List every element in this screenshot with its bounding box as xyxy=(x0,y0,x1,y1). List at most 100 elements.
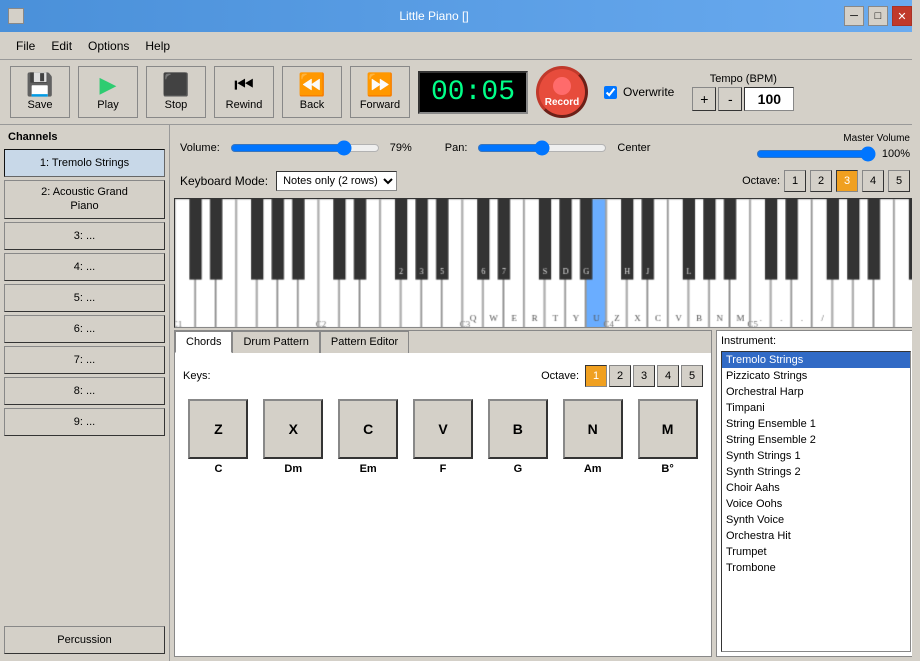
octave-label: Octave: xyxy=(742,175,780,187)
channel-7[interactable]: 7: ... xyxy=(4,346,165,374)
instrument-string-ensemble-2[interactable]: String Ensemble 2 xyxy=(722,432,910,448)
chord-keys-grid: Z C X Dm C Em V F xyxy=(183,391,703,483)
scrollbar[interactable] xyxy=(912,0,920,660)
record-button[interactable]: Record xyxy=(536,66,588,118)
channel-5[interactable]: 5: ... xyxy=(4,284,165,312)
octave-btn-3[interactable]: 3 xyxy=(836,170,858,192)
instrument-tremolo-strings[interactable]: Tremolo Strings xyxy=(722,352,910,368)
chord-v-button[interactable]: V xyxy=(413,399,473,459)
chord-x-button[interactable]: X xyxy=(263,399,323,459)
instrument-orchestra-hit[interactable]: Orchestra Hit xyxy=(722,528,910,544)
instrument-synth-strings-2[interactable]: Synth Strings 2 xyxy=(722,464,910,480)
stop-icon: ⬛ xyxy=(162,74,189,96)
forward-button[interactable]: ⏩ Forward xyxy=(350,66,410,118)
chord-key-n: N Am xyxy=(557,399,628,475)
save-button[interactable]: 💾 Save xyxy=(10,66,70,118)
window-icon xyxy=(8,8,24,24)
menu-edit[interactable]: Edit xyxy=(43,35,80,57)
stop-button[interactable]: ⬛ Stop xyxy=(146,66,206,118)
chords-keys-label: Keys: xyxy=(183,370,211,382)
octave-btn-2[interactable]: 2 xyxy=(810,170,832,192)
time-display: 00:05 xyxy=(418,71,528,114)
chords-octave-section: Octave: 1 2 3 4 5 xyxy=(541,365,703,387)
instrument-synth-voice[interactable]: Synth Voice xyxy=(722,512,910,528)
chord-key-c: C Em xyxy=(333,399,404,475)
overwrite-checkbox[interactable] xyxy=(604,86,617,99)
back-button[interactable]: ⏪ Back xyxy=(282,66,342,118)
chord-key-x: X Dm xyxy=(258,399,329,475)
octave-btn-1[interactable]: 1 xyxy=(784,170,806,192)
chord-c-button[interactable]: C xyxy=(338,399,398,459)
keyboard-mode-label: Keyboard Mode: xyxy=(180,174,268,188)
channel-4[interactable]: 4: ... xyxy=(4,253,165,281)
menu-bar: File Edit Options Help xyxy=(0,32,920,60)
menu-options[interactable]: Options xyxy=(80,35,137,57)
instrument-orchestral-harp[interactable]: Orchestral Harp xyxy=(722,384,910,400)
volume-value: 79% xyxy=(390,142,425,154)
chord-key-v: V F xyxy=(408,399,479,475)
minimize-button[interactable]: ─ xyxy=(844,6,864,26)
window-title: Little Piano [] xyxy=(24,9,844,23)
tempo-controls: + - 100 xyxy=(692,87,794,111)
channel-3[interactable]: 3: ... xyxy=(4,222,165,250)
chord-c-name: Em xyxy=(360,463,377,475)
chords-oct-btn-4[interactable]: 4 xyxy=(657,365,679,387)
pan-label: Pan: xyxy=(445,142,468,154)
chord-key-b: B G xyxy=(482,399,553,475)
instrument-synth-strings-1[interactable]: Synth Strings 1 xyxy=(722,448,910,464)
chords-oct-btn-3[interactable]: 3 xyxy=(633,365,655,387)
menu-file[interactable]: File xyxy=(8,35,43,57)
channel-1[interactable]: 1: Tremolo Strings xyxy=(4,149,165,177)
master-volume-value: 100% xyxy=(882,148,910,160)
instrument-trombone[interactable]: Trombone xyxy=(722,560,910,576)
octave-btn-4[interactable]: 4 xyxy=(862,170,884,192)
forward-icon: ⏩ xyxy=(366,74,393,96)
instrument-label: Instrument: xyxy=(721,335,911,347)
tab-drum-pattern[interactable]: Drum Pattern xyxy=(232,331,319,353)
channel-8[interactable]: 8: ... xyxy=(4,377,165,405)
instrument-voice-oohs[interactable]: Voice Oohs xyxy=(722,496,910,512)
instrument-trumpet[interactable]: Trumpet xyxy=(722,544,910,560)
instrument-pizzicato-strings[interactable]: Pizzicato Strings xyxy=(722,368,910,384)
title-bar: Little Piano [] ─ □ ✕ xyxy=(0,0,920,32)
piano-keyboard: (function() { // We'll draw this via SVG… xyxy=(174,198,916,328)
maximize-button[interactable]: □ xyxy=(868,6,888,26)
chord-n-button[interactable]: N xyxy=(563,399,623,459)
right-panel: Volume: 79% Pan: Center Master Volume 10… xyxy=(170,125,920,661)
octave-controls: Octave: 1 2 3 4 5 xyxy=(742,170,910,192)
chord-b-name: G xyxy=(514,463,523,475)
instrument-string-ensemble-1[interactable]: String Ensemble 1 xyxy=(722,416,910,432)
chords-oct-btn-2[interactable]: 2 xyxy=(609,365,631,387)
octave-btn-5[interactable]: 5 xyxy=(888,170,910,192)
chord-b-button[interactable]: B xyxy=(488,399,548,459)
master-volume-section: Master Volume 100% xyxy=(756,133,910,162)
volume-slider[interactable] xyxy=(230,140,380,156)
toolbar: 💾 Save ▶ Play ⬛ Stop ⏮ Rewind ⏪ Back ⏩ F… xyxy=(0,60,920,125)
close-button[interactable]: ✕ xyxy=(892,6,912,26)
chord-v-name: F xyxy=(440,463,447,475)
channel-percussion[interactable]: Percussion xyxy=(4,626,165,654)
title-bar-left xyxy=(8,8,24,24)
chord-m-button[interactable]: M xyxy=(638,399,698,459)
chords-oct-btn-5[interactable]: 5 xyxy=(681,365,703,387)
keyboard-mode-select[interactable]: Notes only (2 rows) Full keyboard xyxy=(276,171,397,191)
play-button[interactable]: ▶ Play xyxy=(78,66,138,118)
chords-oct-btn-1[interactable]: 1 xyxy=(585,365,607,387)
instrument-list[interactable]: Tremolo Strings Pizzicato Strings Orches… xyxy=(721,351,911,652)
tempo-plus-button[interactable]: + xyxy=(692,87,716,111)
rewind-button[interactable]: ⏮ Rewind xyxy=(214,66,274,118)
master-volume-slider[interactable] xyxy=(756,146,876,162)
channel-2[interactable]: 2: Acoustic GrandPiano xyxy=(4,180,165,219)
channel-6[interactable]: 6: ... xyxy=(4,315,165,343)
overwrite-label: Overwrite xyxy=(623,85,674,99)
left-bottom-panel: Chords Drum Pattern Pattern Editor Keys:… xyxy=(174,330,712,657)
pan-slider[interactable] xyxy=(477,140,607,156)
channel-9[interactable]: 9: ... xyxy=(4,408,165,436)
tab-chords[interactable]: Chords xyxy=(175,331,232,353)
tab-pattern-editor[interactable]: Pattern Editor xyxy=(320,331,409,353)
tempo-minus-button[interactable]: - xyxy=(718,87,742,111)
chord-z-button[interactable]: Z xyxy=(188,399,248,459)
menu-help[interactable]: Help xyxy=(137,35,178,57)
instrument-timpani[interactable]: Timpani xyxy=(722,400,910,416)
instrument-choir-aahs[interactable]: Choir Aahs xyxy=(722,480,910,496)
